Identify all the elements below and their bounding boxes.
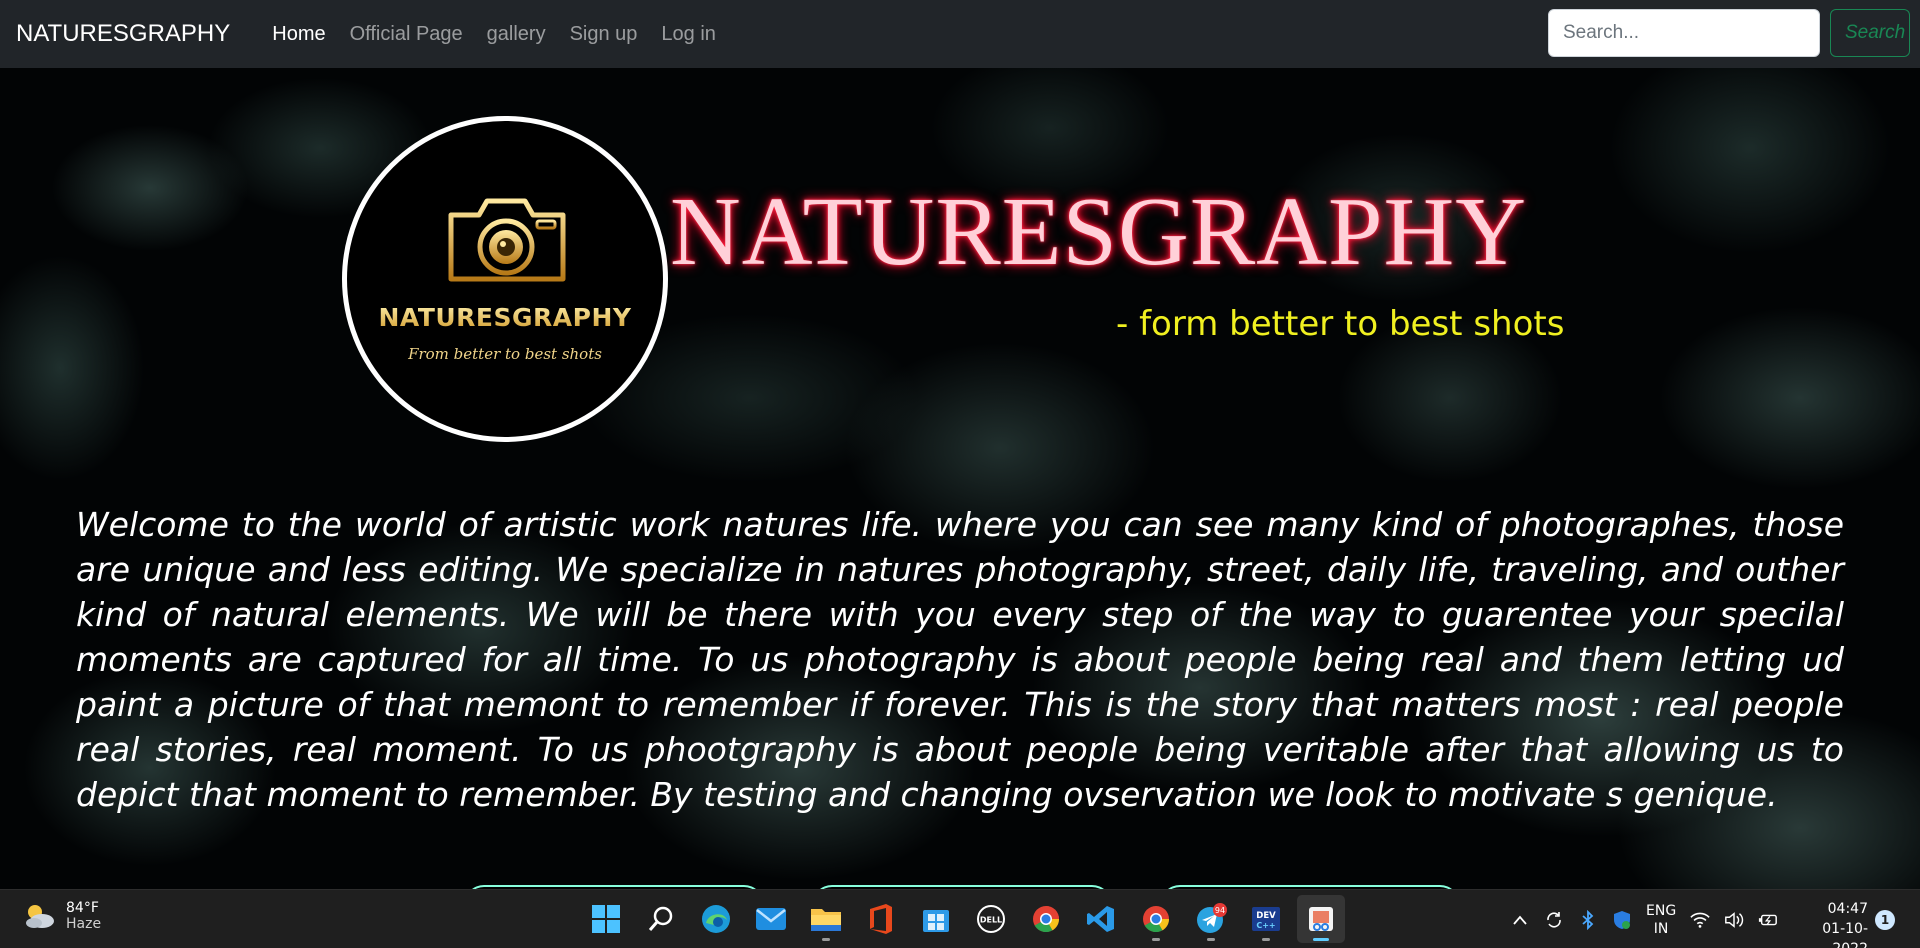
weather-icon — [26, 905, 54, 928]
svg-text:DEV: DEV — [1256, 911, 1276, 921]
dell-icon[interactable]: DELL — [967, 895, 1015, 943]
search-button[interactable]: Search — [1830, 9, 1910, 57]
telegram-icon[interactable]: 94 — [1187, 895, 1235, 943]
language-indicator[interactable]: ENG IN — [1646, 902, 1676, 938]
battery-icon[interactable] — [1758, 910, 1778, 930]
system-tray: ENG IN — [1510, 890, 1778, 948]
taskbar: 84°F Haze DELL 94 DEV C++ ENG IN 04:47 0… — [0, 889, 1920, 948]
logo: NATURESGRAPHY From better to best shots — [342, 116, 668, 442]
windows-start-icon[interactable] — [582, 895, 630, 943]
sync-icon[interactable] — [1544, 910, 1564, 930]
language-line-2: IN — [1653, 920, 1669, 937]
svg-text:C++: C++ — [1256, 921, 1275, 930]
devcpp-icon[interactable]: DEV C++ — [1242, 895, 1290, 943]
file-explorer-icon[interactable] — [802, 895, 850, 943]
nav-link-log-in[interactable]: Log in — [649, 23, 728, 46]
logo-tagline: From better to best shots — [408, 345, 602, 363]
language-line-1: ENG — [1646, 902, 1677, 919]
clock-time: 04:47 — [1827, 901, 1868, 917]
search-icon[interactable] — [637, 895, 685, 943]
page-title: NATURESGRAPHY — [670, 178, 1528, 286]
volume-icon[interactable] — [1724, 910, 1744, 930]
hero-section: NATURESGRAPHY From better to best shots … — [0, 68, 1920, 889]
bluetooth-icon[interactable] — [1578, 909, 1598, 930]
navbar-brand[interactable]: NATURESGRAPHY — [16, 20, 230, 48]
taskbar-apps: DELL 94 DEV C++ — [582, 895, 1345, 943]
system-clock[interactable]: 04:47 01-10-2022 — [1788, 899, 1868, 948]
nav-link-official-page[interactable]: Official Page — [338, 23, 475, 46]
telegram-badge: 94 — [1215, 906, 1225, 915]
store-icon[interactable] — [912, 895, 960, 943]
mail-icon[interactable] — [747, 895, 795, 943]
wifi-icon[interactable] — [1690, 910, 1710, 930]
page-tagline: - form better to best shots — [1116, 304, 1565, 344]
chrome-profile-icon[interactable] — [1132, 895, 1180, 943]
chevron-up-icon[interactable] — [1510, 910, 1530, 930]
navbar: NATURESGRAPHY Home Official Page gallery… — [0, 0, 1920, 68]
search-input[interactable] — [1548, 9, 1820, 57]
clock-date: 01-10-2022 — [1822, 921, 1868, 948]
logo-name: NATURESGRAPHY — [347, 303, 663, 332]
camera-icon — [448, 198, 566, 282]
nav-link-gallery[interactable]: gallery — [475, 23, 558, 46]
chrome-icon[interactable] — [1022, 895, 1070, 943]
nav-link-sign-up[interactable]: Sign up — [558, 23, 650, 46]
weather-widget[interactable]: 84°F Haze — [22, 900, 101, 932]
vscode-icon[interactable] — [1077, 895, 1125, 943]
office-icon[interactable] — [857, 895, 905, 943]
notification-badge[interactable]: 1 — [1875, 910, 1895, 930]
snipping-tool-icon[interactable] — [1297, 895, 1345, 943]
nav-links: Home Official Page gallery Sign up Log i… — [260, 23, 728, 46]
security-shield-icon[interactable] — [1612, 910, 1632, 930]
intro-paragraph: Welcome to the world of artistic work na… — [76, 505, 1844, 814]
nav-link-home[interactable]: Home — [260, 23, 337, 46]
weather-condition: Haze — [66, 916, 102, 932]
weather-temperature: 84°F — [66, 900, 99, 916]
svg-text:DELL: DELL — [980, 916, 1002, 925]
edge-icon[interactable] — [692, 895, 740, 943]
